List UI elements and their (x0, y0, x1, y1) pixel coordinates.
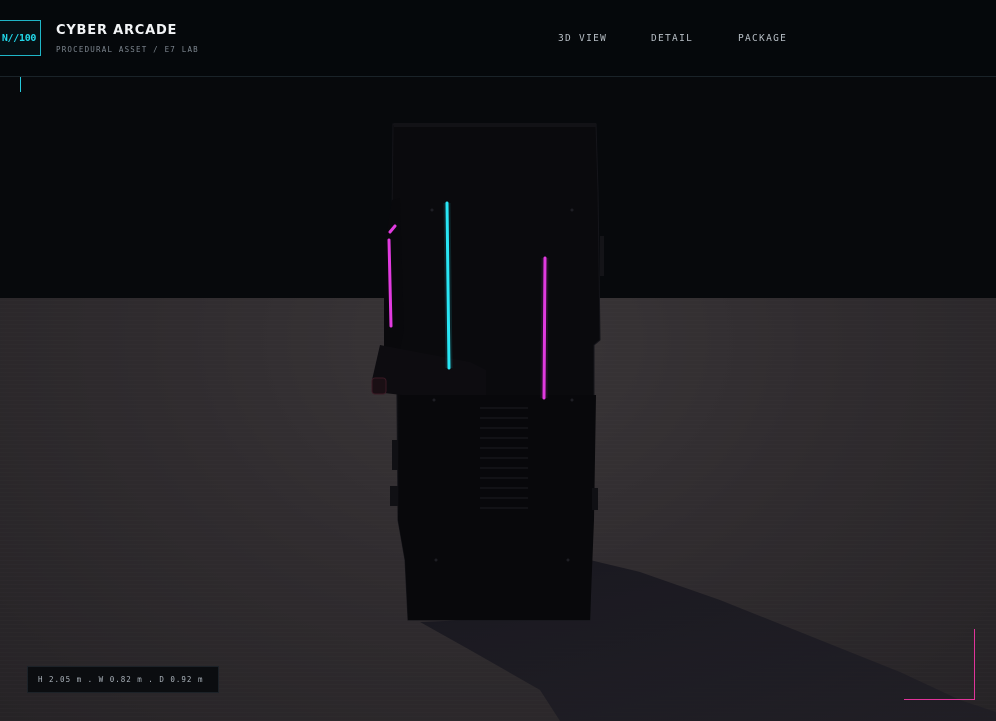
nav-package[interactable]: PACKAGE (738, 33, 787, 44)
header-accent-tick (20, 77, 21, 92)
arcade-cabinet-model[interactable] (0, 0, 996, 721)
neon-strip-magenta-left (387, 238, 393, 328)
page-subtitle: PROCEDURAL ASSET / E7 LAB (56, 45, 199, 54)
dimensions-readout: H 2.05 m . W 0.82 m . D 0.92 m (27, 666, 219, 693)
page-title: CYBER ARCADE (56, 23, 178, 38)
cabinet-top (394, 123, 596, 127)
top-header: N//100 CYBER ARCADE PROCEDURAL ASSET / E… (0, 0, 996, 77)
brand-logo[interactable]: N//100 (0, 20, 41, 56)
nav-detail[interactable]: DETAIL (651, 33, 693, 44)
app-stage: N//100 CYBER ARCADE PROCEDURAL ASSET / E… (0, 0, 996, 721)
nav-3d-view[interactable]: 3D VIEW (558, 33, 607, 44)
viewport-corner-accent (904, 629, 975, 700)
